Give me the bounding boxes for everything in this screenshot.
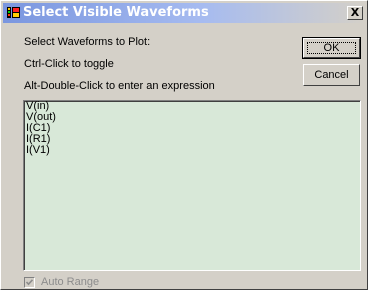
list-item[interactable]: V(out)	[24, 112, 360, 123]
cancel-button[interactable]: Cancel	[303, 64, 360, 86]
select-visible-waveforms-dialog: Select Visible Waveforms X Select Wavefo…	[0, 0, 368, 290]
expression-hint-label: Alt-Double-Click to enter an expression	[24, 80, 215, 92]
prompt-label: Select Waveforms to Plot:	[24, 36, 151, 48]
ok-button-label: OK	[323, 42, 340, 54]
close-icon: X	[350, 6, 360, 19]
checkmark-icon	[25, 279, 34, 286]
list-item[interactable]: I(R1)	[24, 134, 360, 145]
list-item[interactable]: I(V1)	[24, 145, 360, 156]
auto-range-label: Auto Range	[41, 276, 100, 288]
list-item[interactable]: I(C1)	[24, 123, 360, 134]
ok-button[interactable]: OK	[302, 37, 361, 59]
cancel-button-label: Cancel	[314, 69, 349, 81]
close-button[interactable]: X	[347, 6, 363, 20]
auto-range-checkbox	[24, 277, 35, 288]
window-title: Select Visible Waveforms	[23, 5, 209, 20]
toggle-hint-label: Ctrl-Click to toggle	[24, 58, 114, 70]
waveform-list[interactable]: V(in) V(out) I(C1) I(R1) I(V1)	[23, 100, 361, 271]
list-item[interactable]: V(in)	[24, 101, 360, 112]
ltspice-app-icon	[7, 7, 20, 18]
title-bar[interactable]: Select Visible Waveforms X	[3, 3, 365, 23]
